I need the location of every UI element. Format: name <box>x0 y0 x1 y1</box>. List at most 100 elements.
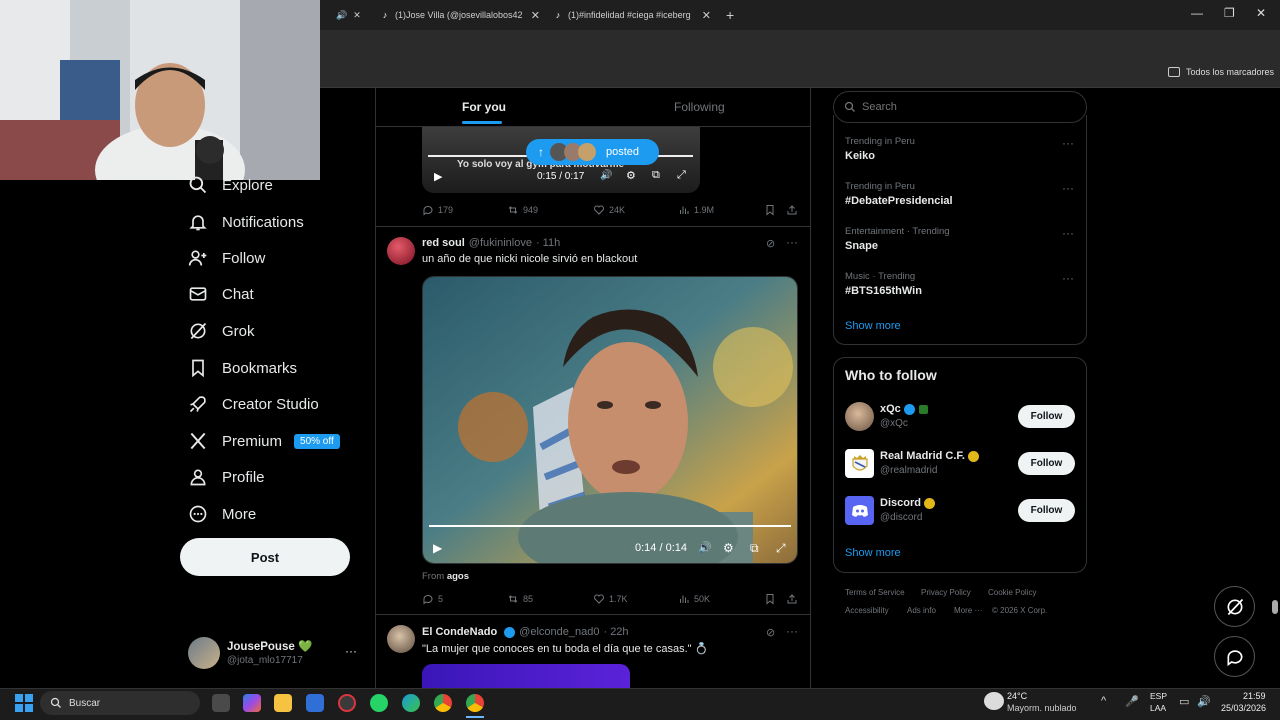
clock-time[interactable]: 21:59 <box>1243 691 1266 701</box>
more-icon[interactable]: ··· <box>786 235 798 249</box>
author-name[interactable]: red soul <box>422 237 465 249</box>
weather-desc[interactable]: Mayorm. nublado <box>1007 703 1077 713</box>
chrome-active-icon[interactable] <box>466 694 484 712</box>
more-icon[interactable]: ··· <box>1062 226 1074 240</box>
nav-premium[interactable]: Premium 50% off <box>188 426 340 456</box>
network-icon[interactable]: ▭ <box>1179 695 1189 708</box>
volume-icon[interactable]: 🔊 <box>1197 695 1211 708</box>
author-handle[interactable]: @elconde_nad0 <box>519 626 599 638</box>
nav-grok[interactable]: Grok <box>188 316 255 346</box>
lang-bottom[interactable]: LAA <box>1150 703 1166 713</box>
play-icon[interactable]: ▶ <box>434 170 442 183</box>
bookmark-button[interactable] <box>764 204 780 216</box>
account-handle[interactable]: @realmadrid <box>880 465 937 476</box>
views-button[interactable]: 50K <box>678 593 710 605</box>
trend-item[interactable]: Snape <box>845 240 878 252</box>
avatar[interactable] <box>387 625 415 653</box>
trend-item[interactable]: Keiko <box>845 150 875 162</box>
nav-creator-studio[interactable]: Creator Studio <box>188 389 319 419</box>
grok-icon[interactable]: ⊘ <box>766 237 775 250</box>
tab-audio[interactable]: 🔊 ✕ <box>336 4 366 26</box>
settings-icon[interactable]: ⚙ <box>626 169 636 182</box>
avatar[interactable] <box>387 237 415 265</box>
reply-button[interactable]: 179 <box>422 204 453 216</box>
nav-chat[interactable]: Chat <box>188 279 254 309</box>
repost-button[interactable]: 85 <box>507 593 533 605</box>
weather-temp[interactable]: 24°C <box>1007 691 1027 701</box>
follow-button[interactable]: Follow <box>1018 405 1075 428</box>
new-tab-button[interactable]: + <box>726 4 740 26</box>
copilot-icon[interactable] <box>243 694 261 712</box>
avatar[interactable] <box>845 402 874 431</box>
all-bookmarks-label[interactable]: Todos los marcadores <box>1186 67 1274 77</box>
minimize-button[interactable]: — <box>1191 6 1203 20</box>
author-name[interactable]: El CondeNado <box>422 626 497 638</box>
more-icon[interactable]: ··· <box>786 624 798 638</box>
chrome-icon[interactable] <box>434 694 452 712</box>
nav-explore[interactable]: Explore <box>188 170 273 200</box>
file-explorer-icon[interactable] <box>274 694 292 712</box>
volume-icon[interactable]: 🔊 <box>600 170 612 181</box>
post-age[interactable]: · 22h <box>603 626 628 638</box>
volume-icon[interactable]: 🔊 <box>698 541 712 554</box>
chat-float-button[interactable] <box>1214 636 1255 677</box>
fullscreen-icon[interactable]: ⤢ <box>776 541 786 556</box>
reply-button[interactable]: 5 <box>422 593 443 605</box>
windows-start-icon[interactable] <box>15 694 33 712</box>
footer-cookies[interactable]: Cookie Policy <box>988 588 1036 597</box>
nav-more[interactable]: More <box>188 499 256 529</box>
account-name[interactable]: Real Madrid C.F. <box>880 450 979 462</box>
author-handle[interactable]: @fukininlove <box>469 237 532 249</box>
play-icon[interactable]: ▶ <box>433 541 442 555</box>
scrollbar-thumb[interactable] <box>1272 600 1278 614</box>
like-button[interactable]: 24K <box>593 204 625 216</box>
bookmark-button[interactable] <box>764 593 780 605</box>
chevron-up-icon[interactable]: ^ <box>1101 695 1106 707</box>
microphone-icon[interactable]: 🎤 <box>1125 695 1139 708</box>
store-icon[interactable] <box>306 694 324 712</box>
nav-bookmarks[interactable]: Bookmarks <box>188 353 297 383</box>
fullscreen-icon[interactable]: ⤢ <box>677 169 686 182</box>
account-more-button[interactable]: ··· <box>345 644 357 658</box>
post3-media[interactable] <box>422 664 630 688</box>
trend-item[interactable]: #DebatePresidencial <box>845 195 953 207</box>
more-icon[interactable]: ··· <box>1062 181 1074 195</box>
follow-button[interactable]: Follow <box>1018 499 1075 522</box>
nav-notifications[interactable]: Notifications <box>188 207 304 237</box>
account-name[interactable]: xQc <box>880 403 928 415</box>
account-handle[interactable]: @discord <box>880 512 922 523</box>
close-icon[interactable]: ✕ <box>353 10 361 21</box>
settings-icon[interactable]: ⚙ <box>723 541 734 555</box>
footer-terms[interactable]: Terms of Service <box>845 588 905 597</box>
close-tab-icon[interactable]: ✕ <box>702 9 711 22</box>
pip-icon[interactable]: ⧉ <box>750 541 759 556</box>
edge-icon[interactable] <box>402 694 420 712</box>
account-handle[interactable]: @xQc <box>880 418 908 429</box>
real-madrid-logo[interactable] <box>845 449 874 478</box>
more-icon[interactable]: ··· <box>1062 136 1074 150</box>
grok-float-button[interactable] <box>1214 586 1255 627</box>
clock-date[interactable]: 25/03/2026 <box>1221 703 1266 713</box>
tab-infidelidad[interactable]: ♪ (1)#infidelidad #ciega #iceberg ✕ <box>553 4 711 26</box>
maximize-button[interactable]: ❐ <box>1224 6 1235 20</box>
tab-following[interactable]: Following <box>674 100 725 114</box>
footer-ads-info[interactable]: Ads info <box>907 606 936 615</box>
footer-more[interactable]: More ··· <box>954 606 982 615</box>
grok-icon[interactable]: ⊘ <box>766 626 775 639</box>
lang-top[interactable]: ESP <box>1150 691 1167 701</box>
wtf-show-more[interactable]: Show more <box>845 547 901 559</box>
footer-accessibility[interactable]: Accessibility <box>845 606 889 615</box>
share-button[interactable] <box>786 593 802 605</box>
follow-button[interactable]: Follow <box>1018 452 1075 475</box>
new-posts-pill[interactable]: ↑ posted <box>526 139 659 165</box>
post2-video[interactable]: ▶ 0:14 / 0:14 🔊 ⚙ ⧉ ⤢ <box>422 276 798 564</box>
from-source-link[interactable]: agos <box>447 571 469 582</box>
close-tab-icon[interactable]: ✕ <box>531 9 540 22</box>
tab-jose-villa[interactable]: ♪ (1)Jose Villa (@josevillalobos42 ✕ <box>380 4 540 26</box>
whatsapp-icon[interactable] <box>370 694 388 712</box>
views-button[interactable]: 1.9M <box>678 204 714 216</box>
close-window-button[interactable]: ✕ <box>1256 6 1266 20</box>
post-button[interactable]: Post <box>180 538 350 576</box>
trend-item[interactable]: #BTS165thWin <box>845 285 922 297</box>
footer-privacy[interactable]: Privacy Policy <box>921 588 971 597</box>
